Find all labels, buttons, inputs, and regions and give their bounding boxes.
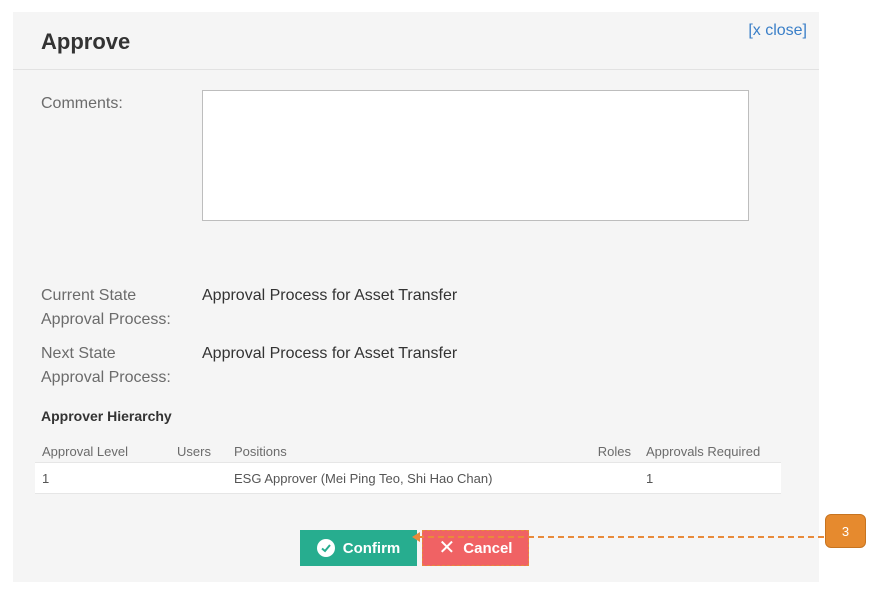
next-state-label-line2: Approval Process: xyxy=(41,369,171,386)
cell-approval-level: 1 xyxy=(35,462,170,494)
cancel-label: Cancel xyxy=(463,539,513,557)
callout-step-badge: 3 xyxy=(825,514,866,548)
column-header-roles: Roles xyxy=(597,443,631,459)
cell-approvals-required: 1 xyxy=(639,462,781,494)
column-header-approvals-required: Approvals Required xyxy=(646,443,761,459)
approver-hierarchy-heading: Approver Hierarchy xyxy=(41,408,172,424)
current-state-label-line2: Approval Process: xyxy=(41,311,171,328)
approve-dialog: Approve [x close] Comments: Current Stat… xyxy=(13,12,819,582)
dialog-header: Approve [x close] xyxy=(13,12,819,70)
column-header-approval-level: Approval Level xyxy=(42,443,128,459)
close-link[interactable]: [x close] xyxy=(748,22,807,40)
callout-pointer-icon xyxy=(412,532,420,542)
callout-connector-line xyxy=(418,536,824,538)
column-header-users: Users xyxy=(177,443,211,459)
cell-roles xyxy=(584,462,639,494)
cell-users xyxy=(170,462,227,494)
page: Approve [x close] Comments: Current Stat… xyxy=(0,0,886,595)
next-state-value: Approval Process for Asset Transfer xyxy=(202,345,458,362)
dialog-title: Approve xyxy=(41,29,131,54)
confirm-label: Confirm xyxy=(342,539,401,557)
next-state-label-line1: Next State xyxy=(41,345,116,362)
table-header-row: Approval Level Users Positions Roles App… xyxy=(35,440,781,463)
comments-input[interactable] xyxy=(202,90,749,221)
check-circle-icon xyxy=(316,539,335,557)
table-row: 1 ESG Approver (Mei Ping Teo, Shi Hao Ch… xyxy=(35,462,781,494)
cell-positions: ESG Approver (Mei Ping Teo, Shi Hao Chan… xyxy=(227,462,584,494)
confirm-button[interactable]: Confirm xyxy=(300,530,417,566)
approver-hierarchy-table: Approval Level Users Positions Roles App… xyxy=(35,440,781,494)
current-state-value: Approval Process for Asset Transfer xyxy=(202,287,458,304)
current-state-label-line1: Current State xyxy=(41,287,137,304)
close-icon: ✕ xyxy=(438,537,456,559)
current-state-label: Current State Approval Process: xyxy=(41,284,171,332)
next-state-label: Next State Approval Process: xyxy=(41,342,171,390)
comments-label: Comments: xyxy=(41,95,123,112)
column-header-positions: Positions xyxy=(234,443,287,459)
